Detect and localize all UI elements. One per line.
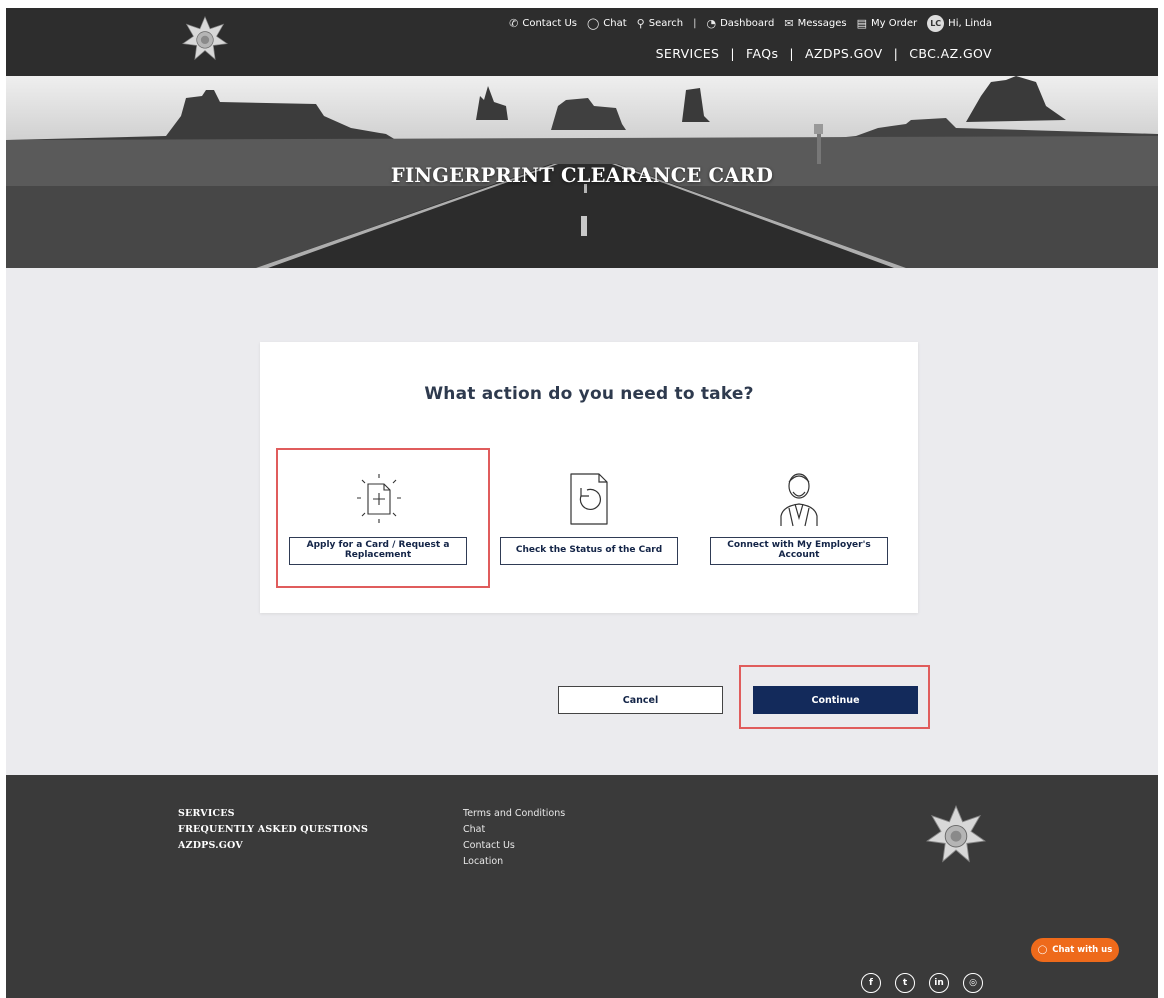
chat-link[interactable]: ◯ Chat xyxy=(587,17,627,30)
chat-label: Chat with us xyxy=(1052,945,1113,955)
document-refresh-icon xyxy=(570,473,608,525)
footer-secondary-links: Terms and Conditions Chat Contact Us Loc… xyxy=(463,808,565,867)
main-nav: SERVICES | FAQs | AZDPS.GOV | CBC.AZ.GOV xyxy=(656,46,992,61)
footer-link-services[interactable]: SERVICES xyxy=(178,808,368,819)
facebook-icon[interactable]: f xyxy=(861,973,881,993)
hero-title: FINGERPRINT CLEARANCE CARD xyxy=(390,164,774,187)
apply-card-button[interactable]: Apply for a Card / Request a Replacement xyxy=(289,537,467,565)
nav-services[interactable]: SERVICES xyxy=(656,46,720,61)
page: ✆ Contact Us ◯ Chat ⚲ Search | ◔ Dashboard ✉… xyxy=(6,8,1158,998)
option-apply[interactable]: Apply for a Card / Request a Replacement xyxy=(289,460,467,582)
footer-link-azdps[interactable]: AZDPS.GOV xyxy=(178,840,368,851)
nav-separator: | xyxy=(730,46,736,61)
phone-icon: ✆ xyxy=(509,16,519,30)
action-card: What action do you need to take? Apply f… xyxy=(260,342,918,613)
chat-with-us-button[interactable]: ◯ Chat with us xyxy=(1031,938,1119,962)
footer-link-faq[interactable]: FREQUENTLY ASKED QUESTIONS xyxy=(178,824,368,835)
footer-link-location[interactable]: Location xyxy=(463,856,565,867)
badge-logo-icon[interactable] xyxy=(182,16,228,62)
contact-us-link[interactable]: ✆ Contact Us xyxy=(509,17,577,30)
search-icon: ⚲ xyxy=(636,16,645,30)
dashboard-link[interactable]: ◔ Dashboard xyxy=(706,17,774,30)
greeting: Hi, Linda xyxy=(948,17,992,29)
user-menu[interactable]: LC Hi, Linda xyxy=(927,14,992,32)
chat-bubble-icon: ◯ xyxy=(1037,945,1048,955)
cancel-button[interactable]: Cancel xyxy=(558,686,723,714)
footer-link-terms[interactable]: Terms and Conditions xyxy=(463,808,565,819)
order-icon: ▤ xyxy=(856,16,868,30)
footer: SERVICES FREQUENTLY ASKED QUESTIONS AZDP… xyxy=(6,775,1158,998)
employer-person-icon xyxy=(780,473,818,527)
nav-faqs[interactable]: FAQs xyxy=(746,46,778,61)
nav-separator: | xyxy=(789,46,794,61)
option-check-status[interactable]: Check the Status of the Card xyxy=(500,460,678,582)
card-title: What action do you need to take? xyxy=(424,384,754,404)
nav-separator: | xyxy=(893,46,899,61)
connect-employer-button[interactable]: Connect with My Employer's Account xyxy=(710,537,888,565)
continue-button[interactable]: Continue xyxy=(753,686,918,714)
nav-azdps[interactable]: AZDPS.GOV xyxy=(805,46,883,61)
messages-link[interactable]: ✉ Messages xyxy=(784,17,846,30)
footer-badge-logo-icon xyxy=(926,805,986,863)
util-separator: | xyxy=(693,17,697,29)
avatar: LC xyxy=(927,14,945,32)
check-status-button[interactable]: Check the Status of the Card xyxy=(500,537,678,565)
footer-link-contact[interactable]: Contact Us xyxy=(463,840,565,851)
mail-icon: ✉ xyxy=(784,16,794,30)
nav-cbc[interactable]: CBC.AZ.GOV xyxy=(909,46,992,61)
hero-banner: FINGERPRINT CLEARANCE CARD xyxy=(6,76,1158,268)
new-document-icon xyxy=(357,474,401,523)
my-order-link[interactable]: ▤ My Order xyxy=(857,17,918,30)
top-header: ✆ Contact Us ◯ Chat ⚲ Search | ◔ Dashboard ✉… xyxy=(6,8,1158,76)
search-link[interactable]: ⚲ Search xyxy=(637,17,683,30)
linkedin-icon[interactable]: in xyxy=(929,973,949,993)
social-links: f t in ◎ xyxy=(861,973,983,993)
dashboard-icon: ◔ xyxy=(706,16,717,30)
option-employer[interactable]: Connect with My Employer's Account xyxy=(710,460,888,582)
utility-nav: ✆ Contact Us ◯ Chat ⚲ Search | ◔ Dashboard ✉… xyxy=(509,13,992,33)
footer-link-chat[interactable]: Chat xyxy=(463,824,565,835)
chat-icon: ◯ xyxy=(586,16,600,30)
footer-primary-links: SERVICES FREQUENTLY ASKED QUESTIONS AZDP… xyxy=(178,808,368,851)
twitter-icon[interactable]: t xyxy=(895,973,915,993)
instagram-icon[interactable]: ◎ xyxy=(963,973,983,993)
